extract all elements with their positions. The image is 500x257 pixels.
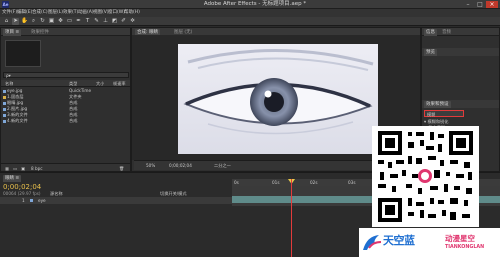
- eye-illustration: [178, 44, 378, 154]
- resolution-dropdown[interactable]: 二分之一: [214, 163, 231, 169]
- tab-info[interactable]: 信息: [424, 29, 437, 36]
- home-icon[interactable]: ⌂: [3, 18, 10, 25]
- tools-panel: ⌂ ➤ ✋ ⌕ ↻ ▣ ✥ ▭ ✒ T ✎ ⊥ ◩ ✐ ✲: [0, 17, 500, 26]
- menu-help[interactable]: 帮助(H): [124, 9, 140, 17]
- menu-view[interactable]: 视图(V): [93, 9, 109, 17]
- menu-composition[interactable]: 合成(C): [32, 9, 48, 17]
- project-footer: ▦ ▭ ▣ 8 bpc 🗑: [1, 163, 130, 171]
- menu-window[interactable]: 窗口(W): [108, 9, 125, 17]
- window-title: Adobe After Effects - 无标题项目.aep *: [203, 1, 307, 7]
- minimize-button[interactable]: –: [462, 1, 474, 8]
- column-type[interactable]: 类型: [69, 81, 77, 87]
- menu-edit[interactable]: 编辑(E): [17, 9, 32, 17]
- column-name[interactable]: 名称: [5, 81, 13, 87]
- timeline-timecode[interactable]: 0;00;02;04: [3, 183, 41, 191]
- close-button[interactable]: ×: [486, 1, 498, 8]
- qr-code-icon: [372, 126, 479, 227]
- menu-file[interactable]: 文件(F): [2, 9, 17, 17]
- tab-preview[interactable]: 预览: [424, 49, 437, 56]
- composition-icon: [3, 113, 6, 117]
- clone-stamp-tool-icon[interactable]: ⊥: [102, 18, 109, 25]
- composition-timecode[interactable]: 0;00;02;04: [169, 163, 192, 168]
- current-time-indicator[interactable]: [291, 179, 292, 257]
- interpret-footage-icon[interactable]: ▦: [5, 166, 9, 171]
- hand-tool-icon[interactable]: ✋: [21, 18, 28, 25]
- menu-animation[interactable]: 动画(A): [78, 9, 94, 17]
- tab-project[interactable]: 项目 ≡: [3, 29, 22, 36]
- folder-icon: [3, 95, 6, 99]
- new-composition-icon[interactable]: ▣: [21, 166, 25, 171]
- watermark-logo: 天空蓝 动漫星空 TIANKONGLAN: [359, 228, 500, 257]
- eraser-tool-icon[interactable]: ◩: [111, 18, 118, 25]
- timeline-layer-row[interactable]: 1 eye: [0, 197, 232, 204]
- roto-brush-tool-icon[interactable]: ✐: [120, 18, 127, 25]
- qr-code-card: [372, 126, 479, 227]
- column-size[interactable]: 大小: [96, 81, 104, 87]
- zoom-tool-icon[interactable]: ⌕: [30, 18, 37, 25]
- pan-behind-tool-icon[interactable]: ✥: [57, 18, 64, 25]
- timeline-fps: 00064 (29.97 fps): [3, 191, 41, 196]
- magnification-dropdown[interactable]: 50%: [146, 163, 155, 168]
- camera-tool-icon[interactable]: ▣: [48, 18, 55, 25]
- selection-tool-icon[interactable]: ➤: [12, 18, 19, 25]
- layer-number: 1: [22, 198, 25, 203]
- puppet-tool-icon[interactable]: ✲: [129, 18, 136, 25]
- layer-label-color[interactable]: [30, 199, 33, 202]
- composition-icon: [3, 119, 6, 123]
- menu-bar: 文件(F) 编辑(E) 合成(C) 图层(L) 效果(T) 动画(A) 视图(V…: [0, 9, 500, 17]
- footage-icon: [3, 89, 6, 93]
- tab-audio[interactable]: 音频: [440, 29, 453, 36]
- watermark-emblem-icon: [363, 235, 382, 250]
- composition-icon: [3, 107, 6, 111]
- bpc-label[interactable]: 8 bpc: [31, 166, 43, 171]
- tab-effect-controls[interactable]: 效果控件: [29, 29, 51, 36]
- brush-tool-icon[interactable]: ✎: [93, 18, 100, 25]
- project-column-header: 名称 类型 大小 帧速率: [1, 80, 130, 87]
- watermark-title: 天空蓝: [383, 234, 415, 247]
- effects-search-input[interactable]: 模糊: [424, 110, 464, 117]
- rectangle-tool-icon[interactable]: ▭: [66, 18, 73, 25]
- composition-icon: [3, 101, 6, 105]
- project-search-input[interactable]: ρ▾: [3, 72, 129, 78]
- menu-effect[interactable]: 效果(T): [63, 9, 78, 17]
- tab-effects-presets[interactable]: 效果和预设: [424, 101, 451, 108]
- tab-timeline[interactable]: 眼睛 ≡: [3, 175, 22, 182]
- layer-name[interactable]: eye: [38, 198, 46, 203]
- watermark-english: TIANKONGLAN: [445, 245, 485, 250]
- eye-image: [178, 44, 378, 154]
- project-item[interactable]: 4.新的文件 合成: [3, 118, 128, 124]
- new-folder-icon[interactable]: ▭: [13, 166, 17, 171]
- title-bar: Ae Adobe After Effects - 无标题项目.aep * – □…: [0, 0, 500, 9]
- text-tool-icon[interactable]: T: [84, 18, 91, 25]
- column-frame-rate[interactable]: 帧速率: [113, 81, 126, 87]
- project-panel: 项目 ≡ 效果控件 ρ▾ 名称 类型 大小 帧速率 eye.jpg QuickT…: [0, 27, 131, 172]
- watermark-subtitle: 动漫星空: [445, 234, 475, 243]
- menu-layer[interactable]: 图层(L): [48, 9, 63, 17]
- maximize-button[interactable]: □: [474, 1, 486, 8]
- pen-tool-icon[interactable]: ✒: [75, 18, 82, 25]
- after-effects-logo-icon: Ae: [2, 1, 9, 8]
- project-thumbnail: [5, 40, 41, 67]
- rotate-tool-icon[interactable]: ↻: [39, 18, 46, 25]
